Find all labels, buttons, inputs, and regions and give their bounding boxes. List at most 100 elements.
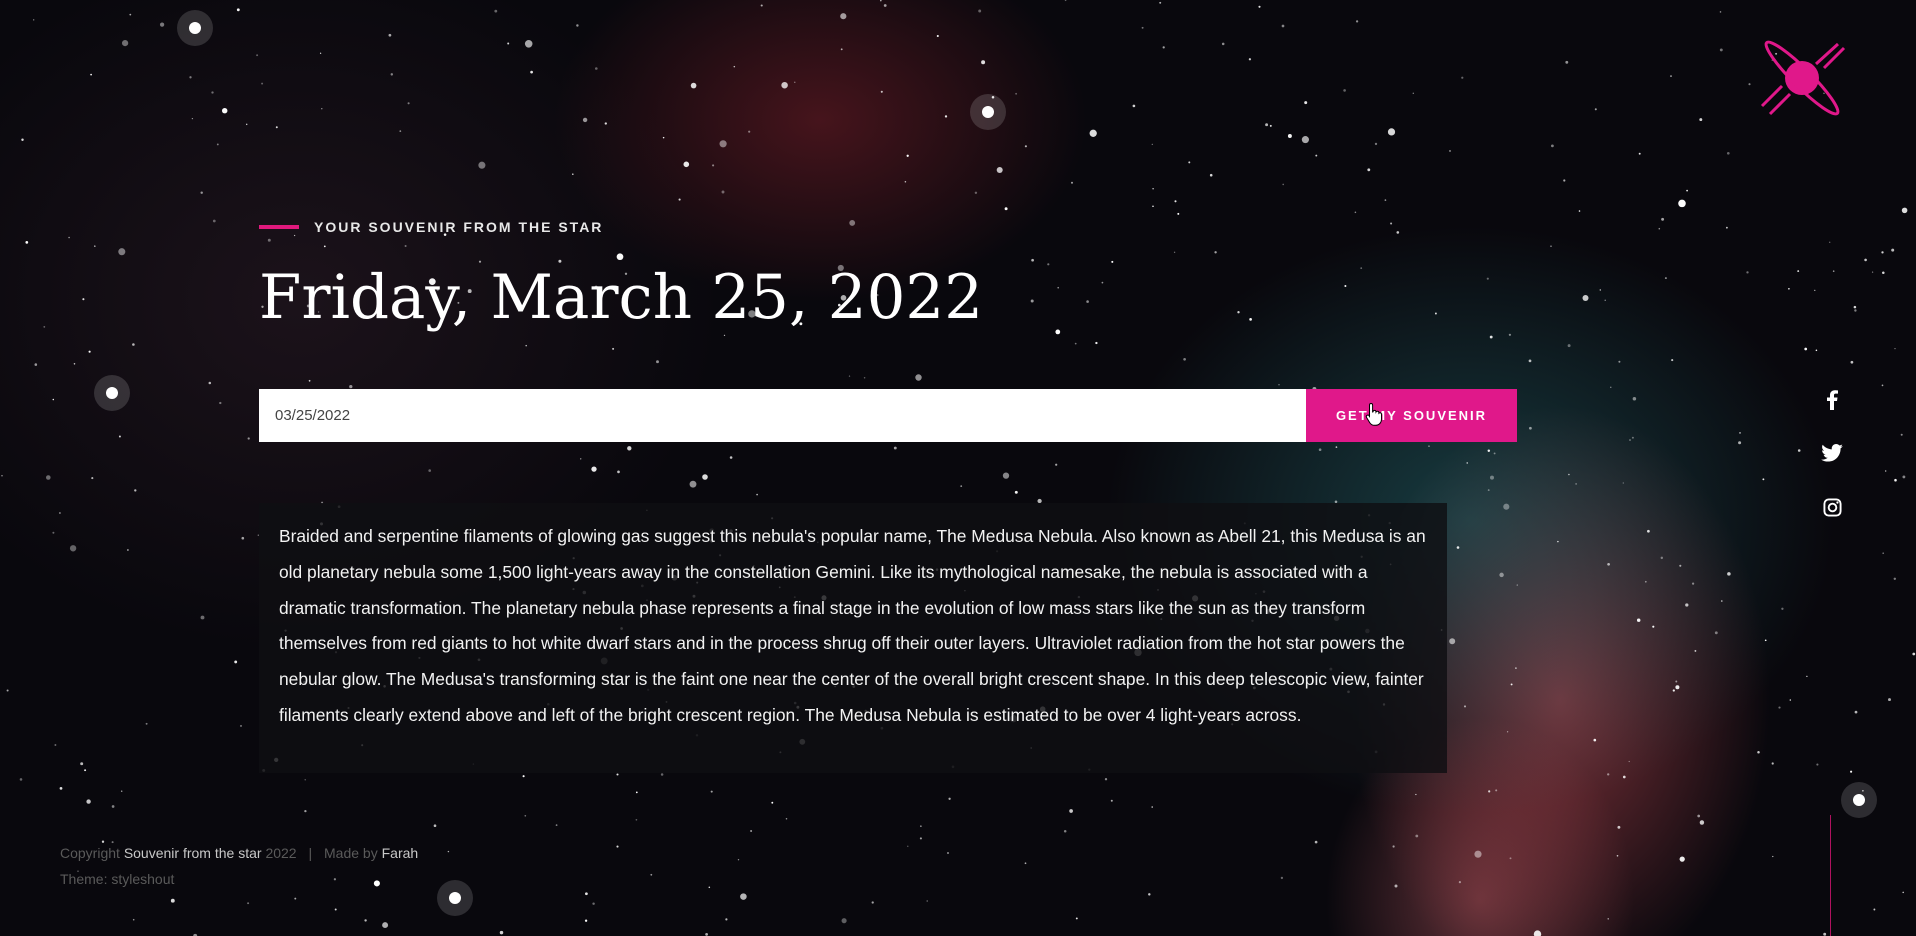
star [236,8,240,12]
star [1726,226,1728,229]
star [1565,60,1569,64]
star [1726,151,1730,155]
star [1237,311,1240,314]
star [33,19,35,21]
star [90,73,92,76]
star [1557,540,1559,543]
star [134,489,137,492]
star [1278,384,1280,386]
star [132,918,135,921]
star [1607,773,1610,776]
star [1873,908,1876,911]
star [80,762,84,766]
star [82,298,85,301]
star [1086,300,1089,303]
star [1515,667,1517,669]
star [650,873,653,876]
star [1664,277,1667,280]
star [616,773,619,776]
star [1486,277,1489,280]
footer-copyright-line: Copyright Souvenir from the star 2022 | … [60,840,418,866]
star [1069,809,1073,813]
instagram-link[interactable] [1818,498,1846,526]
star [1528,359,1532,363]
star [19,778,23,781]
star [662,136,665,139]
star [1694,649,1697,652]
star [737,859,740,861]
star [1506,731,1509,733]
star [1487,489,1490,492]
star [1248,58,1252,61]
star [1699,820,1705,825]
star [1901,207,1908,214]
star [1778,706,1781,709]
star [6,689,9,692]
star [1575,483,1577,485]
star [974,191,978,195]
star [1075,917,1078,920]
star [91,477,94,480]
star [1516,584,1518,586]
star [1488,790,1491,793]
star [52,531,55,534]
star [407,102,410,105]
star [1315,154,1318,157]
star [58,512,61,514]
star [59,787,63,790]
eyebrow: YOUR SOUVENIR FROM THE STAR [259,219,603,235]
star [1461,76,1464,79]
star [1658,227,1661,230]
star [1390,222,1393,225]
star [725,918,728,921]
date-input[interactable] [259,389,1306,442]
star [1031,258,1034,262]
author-link[interactable]: Farah [382,845,419,861]
scroll-indicator-line [1830,815,1831,936]
ringed-planet-icon[interactable] [1758,34,1850,126]
star [1463,705,1467,708]
star [1367,168,1371,172]
site-link[interactable]: Souvenir from the star [124,845,262,861]
star [364,919,367,922]
star [132,343,135,346]
star [524,814,527,817]
star [1282,183,1285,186]
star [750,830,753,832]
star [978,9,982,13]
star [1661,217,1665,221]
star [1719,48,1723,52]
star [240,724,242,727]
star [241,536,245,540]
star [1806,675,1808,678]
star [1015,92,1018,95]
star [1797,449,1801,452]
star [1675,680,1678,683]
star [841,918,847,924]
star [594,67,598,70]
star [1894,347,1896,350]
twitter-link[interactable] [1818,444,1846,472]
star [996,166,1003,174]
star [794,81,796,83]
star [1900,433,1903,436]
bright-star [189,22,201,34]
star [247,902,250,905]
star [1685,603,1689,607]
star [1628,760,1630,763]
facebook-link[interactable] [1818,390,1846,418]
star [1281,24,1285,28]
star [1,475,3,477]
star [1221,42,1225,46]
get-souvenir-button[interactable]: GET MY SOUVENIR [1306,389,1517,442]
copyright-year: 2022 [265,845,297,861]
star [1510,683,1513,686]
star [221,107,228,114]
star [118,248,126,256]
star [1632,396,1637,401]
star [926,900,928,902]
star [871,901,874,904]
star [1449,638,1456,645]
star [478,161,486,169]
souvenir-form: GET MY SOUVENIR [259,389,1517,442]
